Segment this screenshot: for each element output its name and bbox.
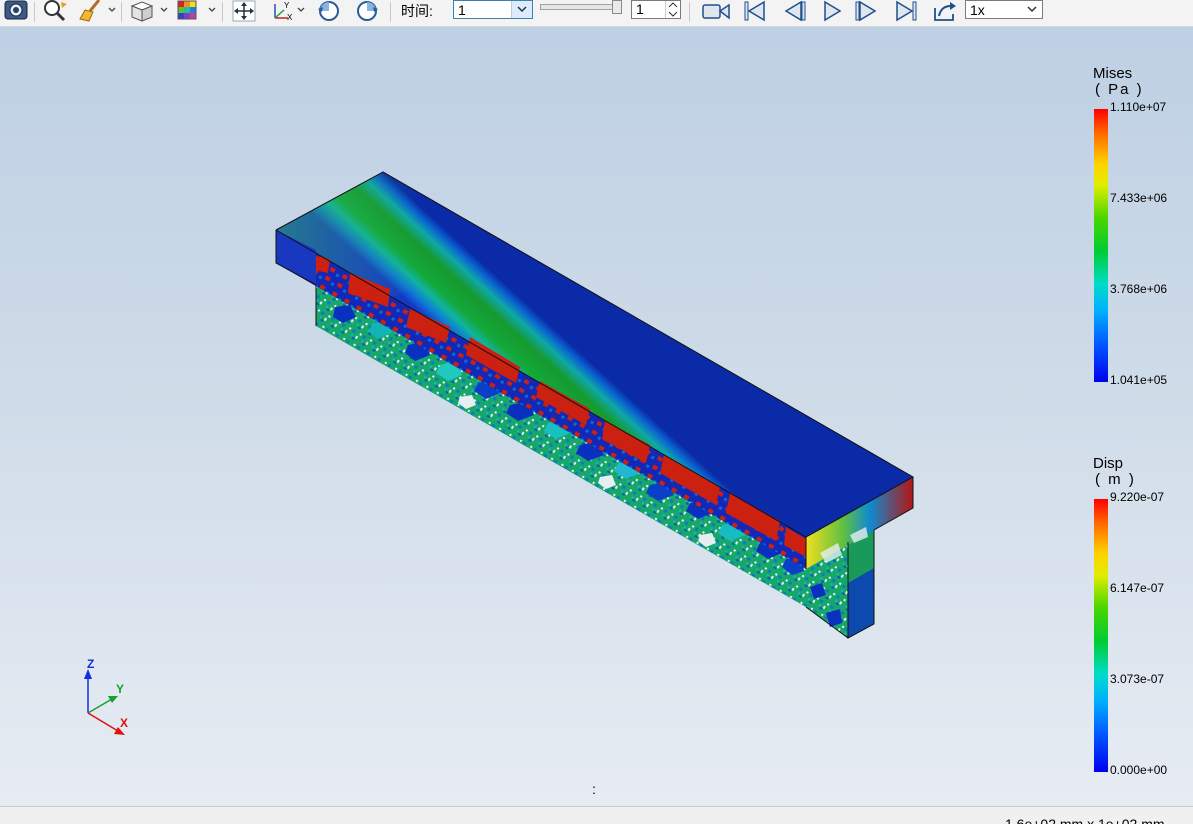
export-button[interactable] (929, 0, 961, 22)
x-axis-line (87, 712, 119, 732)
play-button[interactable] (815, 0, 847, 22)
speed-select[interactable]: 1x (965, 0, 1043, 19)
spin-arrows-icon (668, 2, 678, 17)
export-icon (934, 2, 956, 21)
previous-frame-icon (784, 0, 806, 22)
view-orientation-button[interactable] (127, 0, 157, 22)
frame-spinbox-arrows[interactable] (665, 1, 680, 18)
record-icon (702, 3, 730, 20)
legend-unit: ( m ) (1095, 471, 1136, 488)
clear-button[interactable] (76, 0, 104, 22)
legend-tick-max: 1.110e+07 (1110, 100, 1167, 114)
previous-frame-button[interactable] (776, 0, 808, 22)
screenshot-button[interactable] (2, 0, 30, 22)
chevron-down-icon[interactable] (108, 5, 116, 15)
y-axis-label: Y (116, 682, 124, 696)
first-frame-icon (744, 0, 765, 22)
render-viewport[interactable]: Z Y X Mises ( Pa ) 1.110e+07 7.433e+06 3… (0, 27, 1193, 806)
app-window: Y X 时间: 1 1 1x Z Y X Mises (Pa) 1.110e… (0, 0, 1193, 824)
time-select[interactable]: 1 (453, 0, 533, 19)
rotate-right-icon (357, 1, 378, 21)
frame-spinbox[interactable]: 1 (631, 0, 681, 19)
legend-color-bar (1094, 499, 1108, 772)
legend-color-bar (1094, 109, 1108, 382)
z-axis-label: Z (87, 657, 94, 671)
speed-select-dropdown[interactable] (1022, 1, 1042, 18)
pan-icon (232, 0, 256, 22)
next-frame-button[interactable] (852, 0, 884, 22)
y-axis-arrow-icon (108, 696, 118, 703)
rotate-left-button[interactable] (314, 0, 344, 22)
first-frame-button[interactable] (738, 0, 770, 22)
svg-text:Y: Y (284, 1, 290, 10)
svg-text:X: X (287, 13, 293, 22)
legend-tick: 6.147e-07 (1110, 581, 1165, 595)
rotate-left-icon (318, 1, 339, 21)
time-slider[interactable] (540, 4, 618, 10)
axes-button[interactable]: Y X (266, 0, 296, 22)
axes-icon: Y X (274, 1, 293, 22)
record-button[interactable] (699, 0, 733, 22)
axis-triad: Z Y X (84, 657, 128, 735)
last-frame-button[interactable] (891, 0, 923, 22)
last-frame-icon (896, 0, 917, 22)
chevron-down-icon[interactable] (297, 5, 305, 15)
legend-tick: 3.768e+06 (1110, 282, 1168, 296)
zoom-button[interactable] (40, 0, 70, 22)
next-frame-icon (855, 0, 877, 22)
rotate-right-button[interactable] (352, 0, 382, 22)
x-axis-label: X (120, 716, 128, 730)
time-label: 时间: (401, 3, 433, 19)
chevron-down-icon[interactable] (208, 5, 216, 15)
speed-select-value: 1x (970, 2, 985, 18)
color-map-icon (177, 0, 197, 20)
legend-title: Mises (1093, 65, 1133, 82)
legend-tick: 7.433e+06 (1110, 191, 1168, 205)
legend-tick-min: 1.041e+05 (1110, 373, 1168, 387)
time-select-value: 1 (458, 2, 466, 18)
view-cube-icon (130, 1, 154, 22)
beam-stress-model[interactable] (0, 27, 1193, 806)
y-axis-line (87, 698, 113, 714)
legend-title: Disp (1093, 455, 1124, 472)
time-slider-handle[interactable] (612, 0, 622, 14)
legend-tick: 3.073e-07 (1110, 672, 1165, 686)
status-bar: 1.6e+02 mm x 1e+02 mm (0, 806, 1193, 824)
chevron-down-icon[interactable] (160, 5, 168, 15)
pan-button[interactable] (229, 0, 259, 22)
chevron-down-icon (517, 6, 527, 13)
toolbar: Y X 时间: 1 1 1x (0, 0, 1193, 27)
legend-tick-max: 9.220e-07 (1110, 490, 1165, 504)
legend-unit: ( Pa ) (1095, 81, 1144, 98)
brush-icon (79, 0, 101, 22)
color-map-button[interactable] (174, 0, 204, 22)
time-select-dropdown[interactable] (511, 1, 532, 18)
chevron-down-icon (1027, 6, 1037, 13)
model-dimensions: 1.6e+02 mm x 1e+02 mm (1005, 816, 1165, 824)
legend-tick-min: 0.000e+00 (1110, 763, 1168, 777)
frame-spinbox-value: 1 (636, 1, 644, 17)
viewport-marker: : (592, 781, 596, 797)
zoom-icon (44, 0, 67, 22)
play-icon (824, 0, 842, 22)
camera-icon (4, 0, 28, 20)
